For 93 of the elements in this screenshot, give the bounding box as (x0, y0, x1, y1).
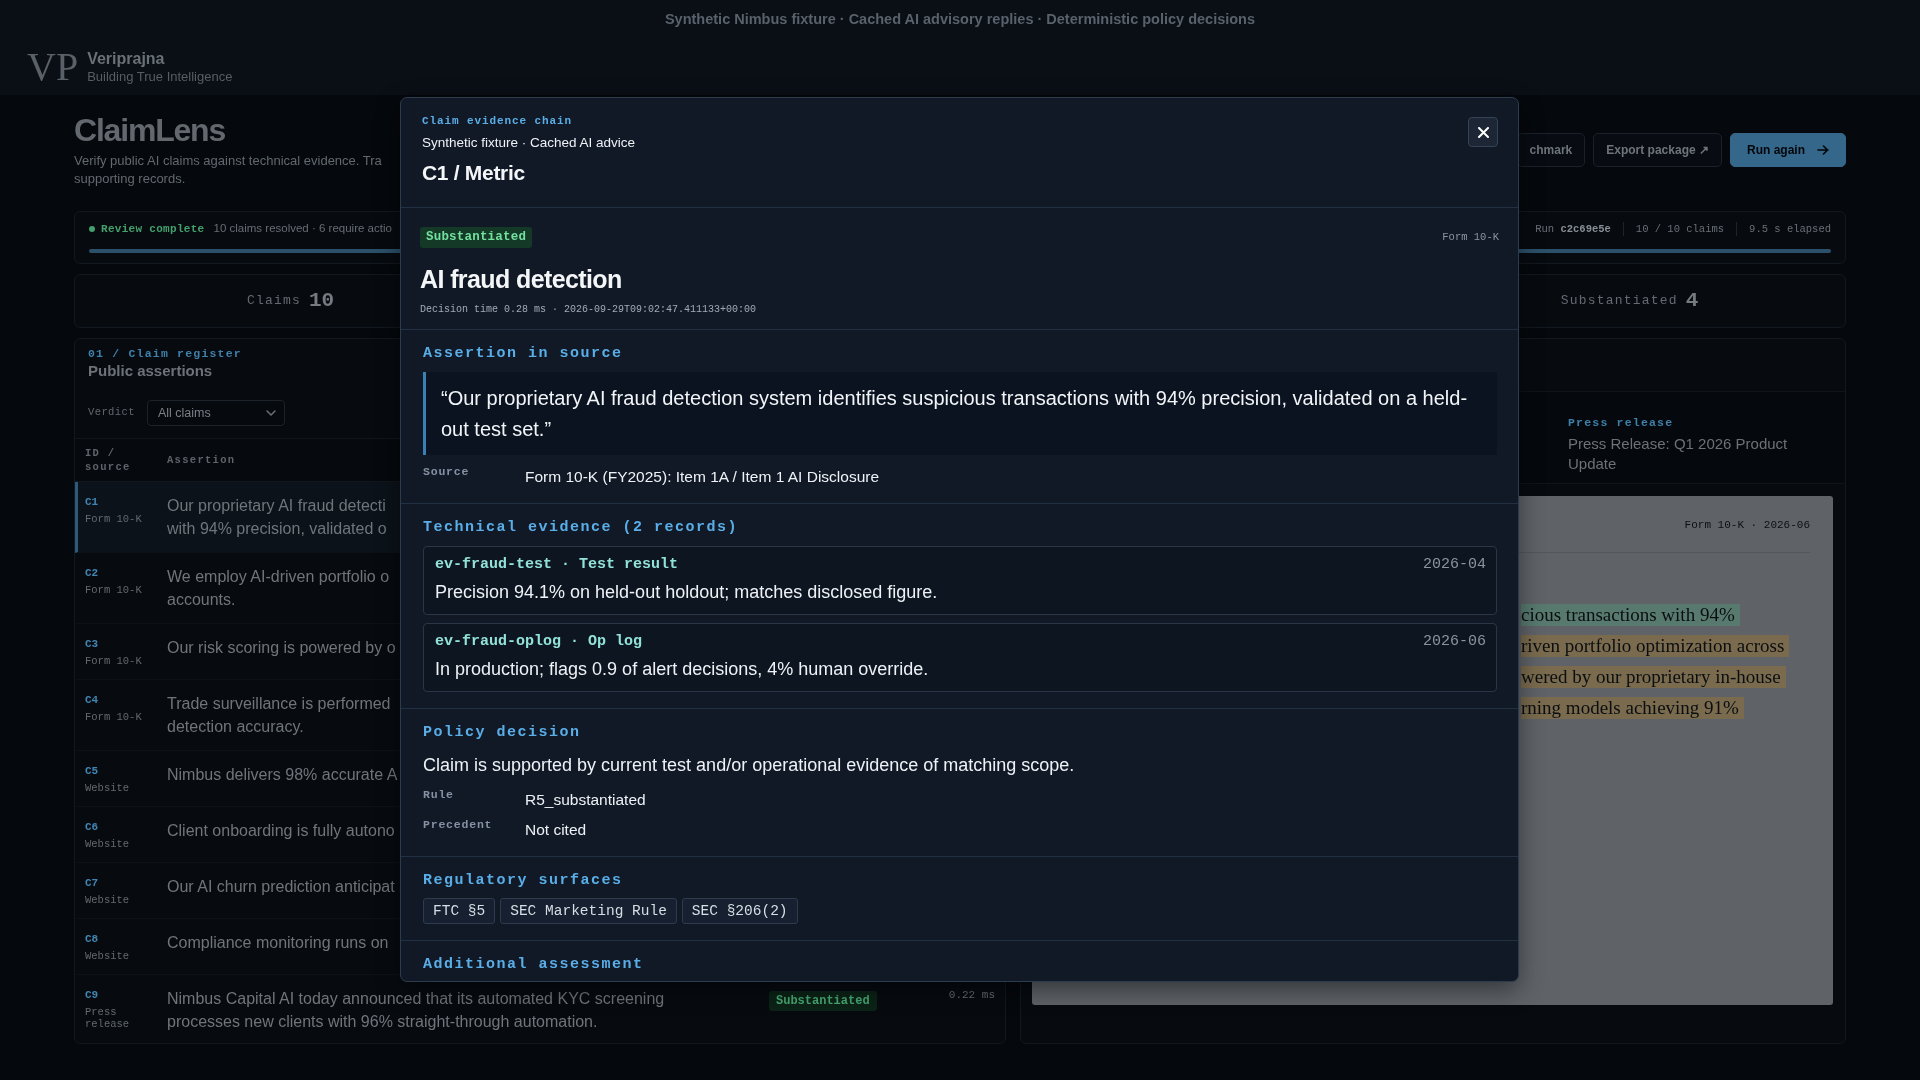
brand-tagline: Building True Intelligence (87, 68, 233, 85)
field-value: Form 10-K (FY2025): Item 1A / Item 1 AI Disclosure (525, 467, 880, 487)
status-label: Review complete (101, 221, 205, 237)
dialog-subtitle: Synthetic fixture · Cached AI advice (422, 134, 636, 152)
evidence-title: ev-fraud-test · Test result (435, 555, 679, 575)
claim-source: Website (85, 782, 130, 794)
section-heading: Additional assessment (423, 955, 644, 975)
verdict-badge: Substantiated (769, 991, 877, 1011)
claim-source: Form 10-K (85, 655, 142, 667)
regulation-tag: SEC §206(2) (681, 898, 798, 924)
status-meta: 10 / 10 claims (1622, 222, 1737, 236)
claim-text: Our proprietary AI fraud detecti with 94% precision, validated o (167, 496, 387, 539)
claim-text: Compliance monitoring runs on (167, 933, 389, 953)
highlighted-passage: cious transactions with 94% (1521, 604, 1740, 626)
stat-value: 4 (1685, 288, 1699, 315)
page-subtitle: Verify public AI claims against technical evidence. Tra supporting records. (74, 152, 382, 188)
action-button[interactable]: chmark (1516, 132, 1586, 167)
section-heading: Technical evidence (2 records) (423, 518, 739, 538)
verdict-select[interactable]: All claims (146, 400, 285, 426)
claim-id: C4 (85, 693, 99, 708)
stat-value: 10 (308, 288, 335, 315)
claim-source: Website (85, 950, 130, 962)
claim-text: Client onboarding is fully autono (167, 821, 395, 841)
status-summary: 10 claims resolved · 6 require actio (213, 221, 392, 237)
claim-text: Our AI churn prediction anticipat (167, 877, 395, 897)
claim-id: C9 (85, 988, 99, 1003)
dialog-kicker: Claim evidence chain (422, 114, 573, 128)
highlighted-passage: riven portfolio optimization across (1521, 635, 1790, 657)
verdict-badge: Substantiated (420, 227, 533, 248)
section-heading: Policy decision (423, 723, 581, 743)
claim-title: AI fraud detection (420, 264, 622, 294)
claim-id: C1 (85, 495, 99, 510)
evidence-date: 2026-06 (1423, 632, 1486, 652)
column-header: Assertion (167, 453, 236, 467)
stat-label: Claims (246, 292, 301, 311)
status-meta: Run c2c69e5e (1534, 222, 1612, 236)
regulation-tag: SEC Marketing Rule (500, 898, 677, 924)
field-label: Source (423, 465, 470, 479)
evidence-title: ev-fraud-oplog · Op log (435, 632, 643, 652)
brand-name: Veriprajna (87, 49, 165, 68)
status-meta: 9.5 s elapsed (1736, 222, 1831, 236)
section-heading: Regulatory surfaces (423, 871, 623, 891)
section-kicker: 01 / Claim register (88, 346, 242, 361)
claim-text: Nimbus Capital AI today announced that its automated KYC screening processes new clients with 96% straight-through automation. (167, 989, 665, 1032)
field-value: Not cited (525, 820, 587, 840)
chevron-down-icon (265, 410, 276, 416)
evidence-text: In production; flags 0.9 of alert decisions, 4% human override. (435, 658, 929, 681)
close-button[interactable] (1468, 117, 1498, 147)
action-button[interactable]: Export package ↗ (1593, 132, 1722, 167)
section-heading: Assertion in source (423, 344, 623, 364)
claim-source: Form 10-K (85, 584, 142, 596)
claim-id: C8 (85, 932, 99, 947)
panel-title: Public assertions (88, 361, 213, 381)
filter-label: Verdict (88, 405, 135, 421)
decision-meta: Decision time 0.28 ms · 2026-09-29T09:02:47.411133+00:00 (420, 303, 757, 317)
evidence-date: 2026-04 (1423, 555, 1486, 575)
claim-text: Trade surveillance is performed detection accuracy. (167, 694, 391, 737)
dialog-title: C1 / Metric (422, 160, 525, 186)
stat-label: Substantiated (1560, 292, 1678, 311)
source-tab[interactable]: Press release Press Release: Q1 2026 Product Update (1555, 392, 1845, 483)
claim-source: Form 10-K (85, 711, 142, 723)
primary-action-button[interactable]: Run again (1730, 132, 1846, 167)
claim-id: C7 (85, 876, 99, 891)
claim-id: C3 (85, 637, 99, 652)
brand-logo: VP (27, 47, 79, 87)
decision-time: 0.22 ms (948, 988, 995, 1003)
close-icon (1477, 126, 1489, 138)
banner-text: Synthetic Nimbus fixture · Cached AI advisory replies · Deterministic policy decisions (664, 10, 1256, 28)
source-form: Form 10-K (1442, 229, 1499, 245)
claim-source: Press release (85, 1006, 131, 1030)
highlighted-passage: wered by our proprietary in-house (1521, 666, 1786, 688)
claim-source: Website (85, 894, 130, 906)
regulation-tag: FTC §5 (423, 898, 496, 924)
claim-text: We employ AI-driven portfolio o accounts. (167, 567, 390, 610)
assertion-quote: “Our proprietary AI fraud detection system identifies suspicious transactions with 94% precision, validated on a held-out test set.” (423, 372, 1497, 455)
policy-text: Claim is supported by current test and/or operational evidence of matching scope. (423, 754, 1075, 777)
claim-id: C5 (85, 764, 99, 779)
arrow-right-icon (1817, 144, 1829, 155)
claim-source: Website (85, 838, 130, 850)
page-title: ClaimLens (74, 111, 226, 149)
claim-text: Nimbus delivers 98% accurate A (167, 765, 398, 785)
column-header: ID / source (85, 446, 132, 474)
status-dot-icon (89, 226, 95, 232)
claim-text: Our risk scoring is powered by o (167, 638, 396, 658)
field-label: Precedent (423, 818, 493, 832)
highlighted-passage: rning models achieving 91% (1521, 697, 1744, 719)
claim-id: C2 (85, 566, 99, 581)
field-value: R5_substantiated (525, 790, 646, 810)
claim-id: C6 (85, 820, 99, 835)
document-meta: Form 10-K · 2026-06 (1684, 518, 1810, 532)
field-label: Rule (423, 788, 454, 802)
evidence-text: Precision 94.1% on held-out holdout; matches disclosed figure. (435, 581, 938, 604)
claim-source: Form 10-K (85, 513, 142, 525)
